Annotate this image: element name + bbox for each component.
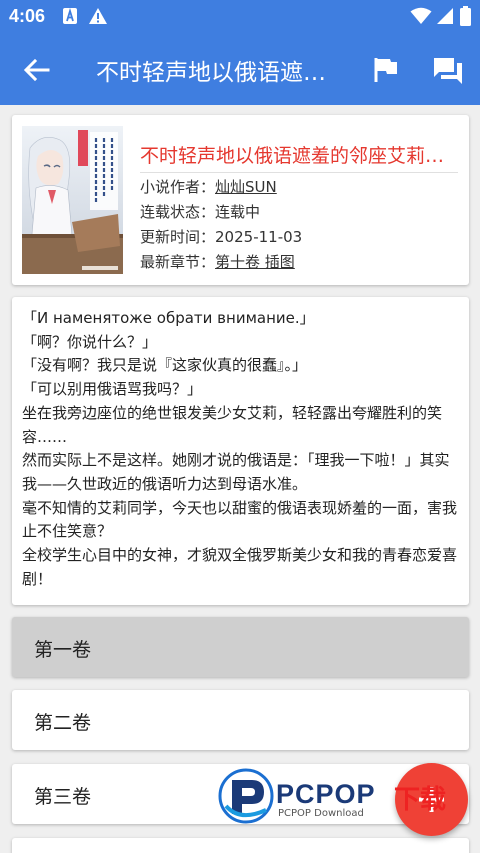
description-line: 然而实际上不是这样。她刚才说的俄语是：「理我一下啦！」其实我——久世政近的俄语听… <box>22 451 450 493</box>
status-value: 连载中 <box>215 203 261 221</box>
latest-chapter-row: 最新章节：第十卷 插图 <box>140 251 295 272</box>
wifi-icon <box>410 7 432 24</box>
arrow-back-icon[interactable] <box>22 55 52 85</box>
chat-icon[interactable] <box>432 55 464 85</box>
status-label: 连载状态： <box>140 203 216 221</box>
status-row: 连载状态：连载中 <box>140 201 260 222</box>
volume-item-4[interactable] <box>12 838 469 853</box>
description-line: 全校学生心目中的女神，才貌双全俄罗斯美少女和我的青春恋爱喜剧！ <box>22 546 458 588</box>
book-title: 不时轻声地以俄语遮羞的邻座艾莉同学 <box>140 141 458 173</box>
description-text: 「И наменятоже обрати внимание.」 「啊？你说什么？… <box>22 307 462 591</box>
description-line: 「И наменятоже обрати внимание.」 <box>22 309 315 327</box>
description-card: 「И наменятоже обрати внимание.」 「啊？你说什么？… <box>12 297 469 605</box>
volume-label: 第二卷 <box>34 712 92 734</box>
pcpop-logo-icon <box>218 768 274 824</box>
latest-chapter-link[interactable]: 第十卷 插图 <box>215 253 295 271</box>
warning-icon <box>89 8 107 24</box>
cover-illustration <box>22 126 123 274</box>
updated-label: 更新时间： <box>140 228 216 246</box>
book-info-card: 不时轻声地以俄语遮羞的邻座艾莉同学 小说作者：灿灿SUN 连载状态：连载中 更新… <box>12 115 469 285</box>
watermark: PCPOP 下载 PCPOP Download <box>218 766 468 826</box>
description-line: 「没有啊？我只是说『这家伙真的很蠢』。」 <box>22 356 308 375</box>
volume-item-2[interactable]: 第二卷 <box>12 690 469 750</box>
volume-label: 第一卷 <box>34 639 92 661</box>
updated-row: 更新时间：2025-11-03 <box>140 226 302 247</box>
author-link[interactable]: 灿灿SUN <box>215 178 277 196</box>
volume-label: 第三卷 <box>34 786 92 808</box>
app-bar: 不时轻声地以俄语遮羞的邻座艾莉同学 <box>0 33 480 105</box>
status-time: 4:06 <box>9 6 46 26</box>
battery-icon <box>460 6 471 26</box>
description-line: 「可以别用俄语骂我吗？」 <box>22 380 203 399</box>
page-title: 不时轻声地以俄语遮羞的邻座艾莉同学 <box>96 60 346 86</box>
flag-icon[interactable] <box>371 55 401 85</box>
status-bar: 4:06 <box>0 0 480 33</box>
author-label: 小说作者： <box>140 178 216 196</box>
book-cover[interactable] <box>22 126 123 274</box>
description-line: 「啊？你说什么？」 <box>22 332 158 351</box>
watermark-sub: PCPOP Download <box>278 808 364 819</box>
signal-icon <box>437 8 453 24</box>
description-line: 毫不知情的艾莉同学，今天也以甜蜜的俄语表现娇羞的一面，害我止不住笑意？ <box>22 498 458 541</box>
updated-value: 2025-11-03 <box>215 228 303 246</box>
latest-chapter-label: 最新章节： <box>140 253 216 271</box>
volume-item-1[interactable]: 第一卷 <box>12 617 469 677</box>
watermark-brand: PCPOP <box>276 779 376 809</box>
author-row: 小说作者：灿灿SUN <box>140 176 277 197</box>
notification-a-icon <box>63 7 77 24</box>
description-line: 坐在我旁边座位的绝世银发美少女艾莉，轻轻露出夸耀胜利的笑容…… <box>22 403 443 446</box>
watermark-download: 下载 <box>394 785 447 815</box>
